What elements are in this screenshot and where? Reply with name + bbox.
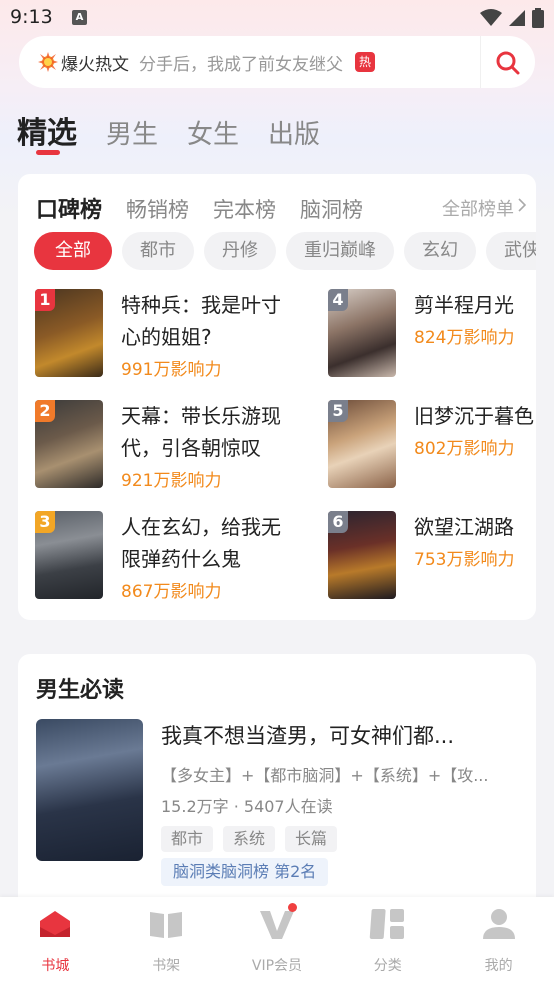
status-icons	[480, 8, 544, 28]
search-icon[interactable]	[495, 50, 521, 76]
profile-icon	[482, 909, 515, 939]
book-cover[interactable]: 4	[328, 289, 396, 377]
battery-icon	[532, 8, 544, 28]
book-influence: 802万影响力	[414, 439, 515, 459]
book-influence: 921万影响力	[121, 471, 222, 491]
all-ranks-link[interactable]: 全部榜单	[442, 195, 514, 221]
chip-alchemy[interactable]: 丹修	[204, 232, 276, 270]
book-meta: 15.2万字 · 5407人在读	[161, 797, 333, 816]
rank-book-item[interactable]: 4 剪半程月光 824万影响力	[328, 289, 536, 377]
rank-book-item[interactable]: 3 人在玄幻，给我无限弹药什么鬼 867万影响力	[35, 511, 291, 602]
book-cover[interactable]: 5	[328, 400, 396, 488]
main-tabs: 精选 男生 女生 出版	[17, 108, 320, 152]
bookstore-icon	[40, 911, 71, 937]
rank-book-item[interactable]: 5 旧梦沉于暮色 802万影响力	[328, 400, 536, 488]
rank-book-item[interactable]: 2 天幕：带长乐游现代，引各朝惊叹 921万影响力	[35, 400, 291, 491]
category-chips: 全部 都市 丹修 重归巅峰 玄幻 武侠	[34, 232, 536, 270]
book-tags: 【多女主】+【都市脑洞】+【系统】+【攻...	[161, 766, 489, 785]
status-time: 9:13	[10, 6, 53, 28]
book-title[interactable]: 人在玄幻，给我无限弹药什么鬼	[121, 511, 291, 575]
book-influence: 753万影响力	[414, 550, 515, 570]
chip-all[interactable]: 全部	[34, 232, 112, 270]
ranking-card: 口碑榜 畅销榜 完本榜 脑洞榜 全部榜单 全部 都市 丹修 重归巅峰 玄幻 武侠…	[18, 174, 536, 620]
book-cover[interactable]: 3	[35, 511, 103, 599]
chip-urban[interactable]: 都市	[122, 232, 194, 270]
book-influence: 824万影响力	[414, 328, 515, 348]
notification-dot	[287, 903, 297, 912]
status-bar: 9:13 A	[0, 0, 554, 36]
book-title[interactable]: 特种兵：我是叶寸心的姐姐?	[121, 289, 291, 353]
rank-badge: 1	[35, 289, 55, 311]
chip-return-peak[interactable]: 重归巅峰	[286, 232, 394, 270]
search-divider	[480, 36, 481, 88]
book-title[interactable]: 剪半程月光	[414, 289, 536, 321]
nav-vip[interactable]: VIP会员	[222, 897, 333, 984]
rank-badge: 6	[328, 511, 348, 533]
nav-label: 书架	[152, 958, 181, 974]
tab-publishing[interactable]: 出版	[268, 114, 320, 151]
nav-bookshelf[interactable]: 书架	[111, 897, 222, 984]
wifi-icon	[480, 9, 502, 26]
male-must-read-card: 男生必读 我真不想当渣男，可女神们都... 【多女主】+【都市脑洞】+【系统】+…	[18, 654, 536, 914]
search-bar[interactable]: 爆火热文 分手后，我成了前女友继父 热	[19, 36, 535, 88]
rank-badge: 4	[328, 289, 348, 311]
book-title[interactable]: 旧梦沉于暮色	[414, 400, 536, 432]
book-chip: 长篇	[285, 826, 338, 852]
book-chip: 系统	[223, 826, 276, 852]
book-title[interactable]: 我真不想当渣男，可女神们都...	[161, 720, 454, 750]
nav-label: VIP会员	[251, 958, 303, 974]
chip-martial[interactable]: 武侠	[486, 232, 536, 270]
rank-tab-completed[interactable]: 完本榜	[213, 194, 276, 224]
chip-fantasy[interactable]: 玄幻	[404, 232, 476, 270]
book-cover[interactable]: 2	[35, 400, 103, 488]
tab-featured[interactable]: 精选	[17, 108, 77, 152]
rank-tab-bestseller[interactable]: 畅销榜	[126, 194, 189, 224]
rank-book-item[interactable]: 1 特种兵：我是叶寸心的姐姐? 991万影响力	[35, 289, 291, 380]
book-cover[interactable]	[36, 719, 143, 861]
hot-badge: 热	[355, 52, 375, 72]
chevron-right-icon[interactable]	[518, 198, 526, 212]
rank-badge: 3	[35, 511, 55, 533]
section-title: 男生必读	[36, 678, 125, 703]
fire-icon	[38, 52, 58, 72]
book-chip: 都市	[161, 826, 214, 852]
rank-badge: 5	[328, 400, 348, 422]
rank-tab-reputation[interactable]: 口碑榜	[36, 192, 102, 224]
rank-tab-imaginative[interactable]: 脑洞榜	[300, 194, 363, 224]
rank-badge: 2	[35, 400, 55, 422]
bottom-nav: 书城 书架 VIP会员 分类 我的	[0, 897, 554, 984]
book-chips: 都市 系统 长篇	[161, 826, 338, 852]
nav-profile[interactable]: 我的	[443, 897, 554, 984]
tab-indicator	[36, 150, 60, 155]
book-influence: 867万影响力	[121, 582, 222, 602]
nav-label: 我的	[484, 958, 513, 974]
search-suggestion[interactable]: 分手后，我成了前女友继父	[139, 50, 343, 75]
search-hot-label: 爆火热文	[61, 54, 129, 75]
nav-label: 分类	[373, 958, 402, 974]
nav-bookstore[interactable]: 书城	[0, 897, 111, 984]
book-title[interactable]: 天幕：带长乐游现代，引各朝惊叹	[121, 400, 291, 464]
book-cover[interactable]: 1	[35, 289, 103, 377]
bookshelf-icon	[150, 912, 183, 938]
book-title[interactable]: 欲望江湖路	[414, 511, 536, 543]
nav-label: 书城	[41, 958, 70, 974]
category-icon	[369, 909, 404, 939]
book-cover[interactable]: 6	[328, 511, 396, 599]
signal-icon	[509, 10, 525, 26]
book-influence: 991万影响力	[121, 360, 222, 380]
tab-male[interactable]: 男生	[106, 114, 158, 151]
rank-tabs: 口碑榜 畅销榜 完本榜 脑洞榜	[36, 192, 363, 224]
rank-book-item[interactable]: 6 欲望江湖路 753万影响力	[328, 511, 536, 599]
nav-category[interactable]: 分类	[332, 897, 443, 984]
tab-female[interactable]: 女生	[187, 114, 239, 151]
notification-icon: A	[72, 10, 87, 25]
rank-label[interactable]: 脑洞类脑洞榜 第2名	[161, 858, 329, 886]
